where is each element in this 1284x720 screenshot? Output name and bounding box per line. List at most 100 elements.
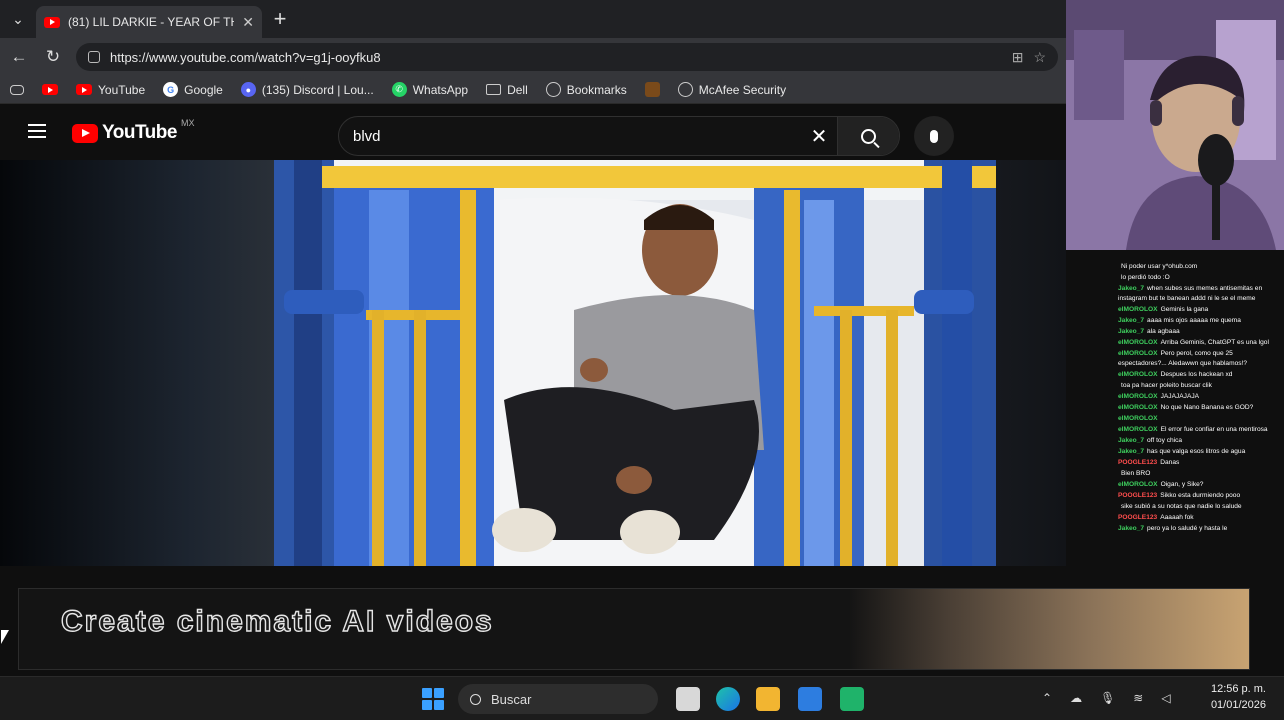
video-frame-playground [274,160,996,566]
reload-icon[interactable]: ↻ [42,46,64,68]
chat-username: Jakeo_7 [1118,525,1145,532]
task-view-icon[interactable] [676,687,700,711]
taskbar-search-label: Buscar [491,691,532,707]
new-tab-plus-icon[interactable]: + [262,0,298,38]
chat-username: elMOROLOX [1118,426,1158,433]
chat-message: Jakeo_7 has que valga esos litros de agua [1118,447,1278,457]
volume-icon[interactable]: ◁ [1161,691,1170,705]
bookmark-whatsapp[interactable]: ✆ WhatsApp [391,82,468,97]
chat-message: elMOROLOX No que Nano Banana es GOD? [1118,403,1278,413]
tab-search-chevron-icon[interactable]: ⌄ [0,0,36,38]
search-input[interactable]: blvd [339,128,801,145]
country-code: MX [180,118,195,128]
app-install-icon[interactable]: ⊞ [1012,49,1024,66]
windows-taskbar: Buscar ⌃ ☁ 🎙 ≋ ◁ 12:56 p. m. 01/01/2026 [0,676,1284,720]
bookmark-label: Dell [507,82,528,97]
bookmark-star-icon[interactable]: ☆ [1033,49,1046,66]
chat-text: Geminis la gana [1160,306,1209,313]
bookmark-mcafee[interactable]: McAfee Security [677,82,786,97]
folder-icon [486,84,502,95]
chat-message: toa pa hacer poleito buscar clik [1118,381,1278,391]
clock-time: 12:56 p. m. [1210,683,1266,695]
chat-text: lo perdió todo :O [1121,274,1170,281]
chat-message: elMOROLOX Despues los hackean xd [1118,370,1278,380]
microphone-icon [930,129,938,143]
chat-username: Jakeo_7 [1118,437,1145,444]
google-icon: G [163,82,179,97]
taskbar-search[interactable]: Buscar [458,684,658,714]
bookmark-label: Bookmarks [566,82,627,97]
hamburger-menu-icon[interactable] [28,124,46,138]
chat-message: elMOROLOX Pero perol, como que 25 especta… [1118,349,1278,369]
tab-groups-icon[interactable] [10,84,24,95]
app-icon[interactable] [840,687,864,711]
chat-username: elMOROLOX [1118,306,1158,313]
back-arrow-icon[interactable]: ← [8,46,30,68]
bookmark-shield[interactable] [644,82,660,97]
chat-message: POOGLE123 Danas [1118,458,1278,468]
chat-text: Sikko esta durmiendo pooo [1160,492,1241,499]
youtube-logo[interactable]: YouTube MX [72,118,194,144]
bookmark-dell[interactable]: Dell [486,83,528,97]
clear-search-icon[interactable]: ✕ [801,124,837,149]
store-icon[interactable] [798,687,822,711]
address-bar[interactable]: https://www.youtube.com/watch?v=g1j-ooyf… [76,43,1058,71]
cloud-icon[interactable]: ☁ [1070,691,1082,705]
youtube-icon [76,84,92,95]
chat-username: elMOROLOX [1118,481,1158,488]
wifi-icon[interactable]: ≋ [1133,691,1143,705]
voice-search-button[interactable] [914,116,954,156]
chat-username: elMOROLOX [1118,393,1158,400]
chat-text: JAJAJAJAJA [1160,393,1200,400]
system-tray: ⌃ ☁ 🎙 ≋ ◁ [1042,691,1171,705]
chat-text: Ni poder usar y*ohub.com [1121,263,1198,270]
video-player[interactable] [274,160,996,566]
chat-message: elMOROLOX El error fue confiar en una men… [1118,425,1278,435]
chevron-up-icon[interactable]: ⌃ [1042,691,1052,705]
youtube-favicon-icon [44,16,60,28]
chat-message: Jakeo_7 off toy chica [1118,436,1278,446]
chat-message: lo perdió todo :O [1118,273,1278,283]
browser-tab-active[interactable]: (81) LIL DARKIE - YEAR OF THE CAT ✕ [36,6,262,38]
bookmark-bookmarks[interactable]: Bookmarks [545,82,627,97]
edge-browser-icon[interactable] [716,687,740,711]
chat-username: elMOROLOX [1118,339,1158,346]
chat-message: elMOROLOX JAJAJAJAJA [1118,392,1278,402]
chat-text: has que valga esos litros de agua [1147,448,1246,455]
chat-text: aaaa mis ojos aaaaa me quema [1147,317,1241,324]
chat-username: Jakeo_7 [1118,448,1145,455]
chat-username: POOGLE123 [1118,514,1158,521]
tab-title: (81) LIL DARKIE - YEAR OF THE CAT [68,15,234,29]
tab-close-icon[interactable]: ✕ [242,14,254,31]
chat-message: elMOROLOX [1118,414,1278,424]
site-info-icon[interactable] [88,51,100,63]
bookmark-label: YouTube [98,82,146,97]
bookmark-google[interactable]: G Google [163,82,223,97]
clock[interactable]: 12:56 p. m. 01/01/2026 [1211,681,1266,713]
chat-message: elMOROLOX Geminis la gana [1118,305,1278,315]
chat-message: POOGLE123 Sikko esta durmiendo pooo [1118,491,1278,501]
youtube-wordmark: YouTube [102,122,177,143]
microphone-icon[interactable]: 🎙 [1100,691,1115,705]
globe-icon [545,82,561,97]
bookmark-youtube-short[interactable] [42,84,58,95]
chat-message: Bien BRO [1118,469,1278,479]
chat-username: Jakeo_7 [1118,285,1145,292]
windows-start-icon[interactable] [422,688,444,710]
chat-text: sike subió a su notas que nadie lo salud… [1121,503,1242,510]
address-url[interactable]: https://www.youtube.com/watch?v=g1j-ooyf… [110,50,1002,65]
bookmark-label: (135) Discord | Lou... [261,82,374,97]
bookmark-discord[interactable]: ● (135) Discord | Lou... [240,82,374,97]
file-explorer-icon[interactable] [756,687,780,711]
chat-message: elMOROLOX Oigan, y Sike? [1118,480,1278,490]
webcam-streamer-image [1066,0,1284,250]
ad-banner[interactable]: Create cinematic AI videos [18,588,1250,670]
chat-text: ala agbaaa [1147,328,1180,335]
search-box: blvd ✕ [338,116,900,156]
chat-text: No que Nano Banana es GOD? [1160,404,1254,411]
clock-date: 01/01/2026 [1210,699,1266,711]
bookmark-youtube[interactable]: YouTube [76,83,145,97]
search-button[interactable] [837,117,899,155]
browser-toolbar: ← ↻ https://www.youtube.com/watch?v=g1j-… [0,38,1066,76]
bookmarks-bar: YouTube G Google ● (135) Discord | Lou... … [0,76,1066,104]
